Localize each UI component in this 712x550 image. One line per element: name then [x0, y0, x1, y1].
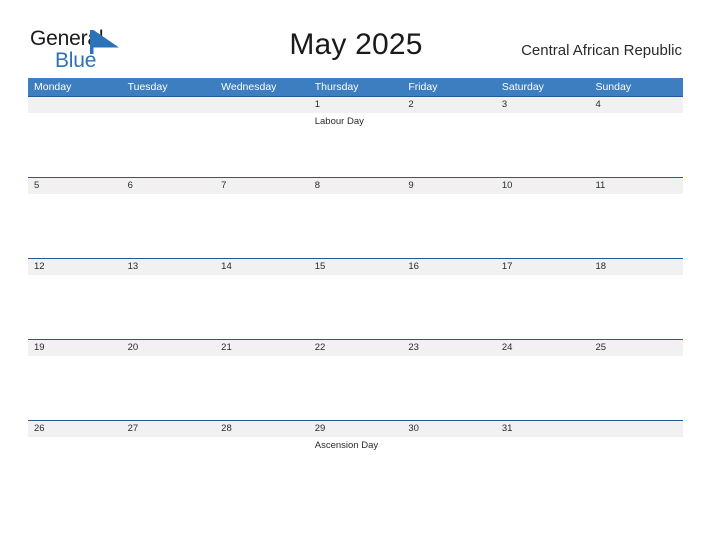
weekday-header-friday: Friday — [408, 81, 438, 93]
weekday-header-saturday: Saturday — [501, 81, 544, 93]
week-date-band: 19 20 21 22 23 24 25 — [28, 340, 683, 356]
day-cell-number[interactable]: 8 — [309, 178, 403, 194]
week-event-band: Labour Day — [28, 113, 683, 177]
day-cell-number[interactable]: 24 — [496, 340, 590, 356]
day-cell-number[interactable]: 14 — [215, 259, 309, 275]
calendar-week-row: 1 2 3 4 Labour Day — [28, 96, 683, 177]
week-date-band: 26 27 28 29 30 31 — [28, 421, 683, 437]
day-cell-event — [496, 437, 590, 501]
day-cell-number[interactable]: 31 — [496, 421, 590, 437]
day-cell-number[interactable]: 22 — [309, 340, 403, 356]
week-event-band — [28, 275, 683, 339]
day-cell-number[interactable] — [215, 97, 309, 113]
day-cell-number[interactable]: 19 — [28, 340, 122, 356]
day-cell-event — [309, 356, 403, 420]
calendar-week-row: 5 6 7 8 9 10 11 — [28, 177, 683, 258]
week-date-band: 5 6 7 8 9 10 11 — [28, 178, 683, 194]
day-cell-event — [215, 356, 309, 420]
day-cell-event — [28, 275, 122, 339]
calendar-week-row: 19 20 21 22 23 24 25 — [28, 339, 683, 420]
day-cell-event — [122, 194, 216, 258]
day-cell-number[interactable]: 30 — [402, 421, 496, 437]
calendar-week-row: 26 27 28 29 30 31 Ascension Day — [28, 420, 683, 501]
day-cell-event — [215, 113, 309, 177]
day-cell-event — [402, 113, 496, 177]
day-cell-number[interactable]: 13 — [122, 259, 216, 275]
day-cell-number[interactable]: 18 — [589, 259, 683, 275]
day-cell-event — [589, 356, 683, 420]
day-cell-number[interactable]: 29 — [309, 421, 403, 437]
page-header: General Blue May 2025 Central African Re… — [0, 0, 712, 76]
day-cell-number[interactable]: 9 — [402, 178, 496, 194]
day-cell-number[interactable]: 28 — [215, 421, 309, 437]
day-cell-number[interactable]: 23 — [402, 340, 496, 356]
day-cell-event — [215, 275, 309, 339]
day-cell-event — [215, 194, 309, 258]
weekday-header-sunday: Sunday — [595, 81, 632, 93]
day-cell-event — [122, 113, 216, 177]
day-cell-number[interactable]: 1 — [309, 97, 403, 113]
day-cell-number[interactable]: 2 — [402, 97, 496, 113]
day-cell-number[interactable]: 10 — [496, 178, 590, 194]
day-cell-number[interactable]: 26 — [28, 421, 122, 437]
day-cell-number[interactable]: 21 — [215, 340, 309, 356]
day-cell-event — [309, 194, 403, 258]
country-label: Central African Republic — [521, 42, 682, 59]
week-event-band: Ascension Day — [28, 437, 683, 501]
day-cell-event — [28, 437, 122, 501]
day-cell-number[interactable]: 12 — [28, 259, 122, 275]
day-cell-number[interactable]: 6 — [122, 178, 216, 194]
weekday-header-row: Monday Tuesday Wednesday Thursday Friday… — [28, 78, 683, 96]
calendar-week-row: 12 13 14 15 16 17 18 — [28, 258, 683, 339]
day-cell-number[interactable]: 15 — [309, 259, 403, 275]
day-cell-number[interactable]: 4 — [589, 97, 683, 113]
day-cell-event — [402, 194, 496, 258]
day-cell-number[interactable]: 5 — [28, 178, 122, 194]
week-event-band — [28, 356, 683, 420]
day-cell-event — [402, 437, 496, 501]
day-cell-event — [589, 275, 683, 339]
day-cell-event — [309, 275, 403, 339]
day-cell-number[interactable]: 11 — [589, 178, 683, 194]
day-cell-event — [215, 437, 309, 501]
calendar-grid: Monday Tuesday Wednesday Thursday Friday… — [28, 78, 683, 501]
day-cell-event — [589, 437, 683, 501]
day-cell-event — [122, 356, 216, 420]
day-cell-number[interactable]: 25 — [589, 340, 683, 356]
day-cell-event — [402, 356, 496, 420]
day-cell-event — [496, 275, 590, 339]
week-date-band: 1 2 3 4 — [28, 97, 683, 113]
weekday-header-tuesday: Tuesday — [127, 81, 168, 93]
day-cell-event — [402, 275, 496, 339]
day-cell-event: Ascension Day — [314, 440, 379, 451]
day-cell-event — [496, 356, 590, 420]
calendar-page: General Blue May 2025 Central African Re… — [0, 0, 712, 550]
day-cell-number[interactable]: 20 — [122, 340, 216, 356]
day-cell-event — [589, 194, 683, 258]
day-cell-event — [122, 275, 216, 339]
day-cell-event — [496, 113, 590, 177]
day-cell-number[interactable]: 17 — [496, 259, 590, 275]
day-cell-event — [28, 194, 122, 258]
weekday-header-monday: Monday — [34, 81, 72, 93]
week-event-band — [28, 194, 683, 258]
day-cell-number[interactable]: 3 — [496, 97, 590, 113]
day-cell-number[interactable]: 7 — [215, 178, 309, 194]
day-cell-event — [589, 113, 683, 177]
day-cell-event: Labour Day — [314, 116, 364, 127]
day-cell-number[interactable] — [122, 97, 216, 113]
day-cell-number[interactable] — [589, 421, 683, 437]
day-cell-event — [28, 356, 122, 420]
day-cell-event — [28, 113, 122, 177]
week-date-band: 12 13 14 15 16 17 18 — [28, 259, 683, 275]
weekday-header-wednesday: Wednesday — [221, 81, 277, 93]
weekday-header-thursday: Thursday — [314, 81, 359, 93]
day-cell-number[interactable] — [28, 97, 122, 113]
day-cell-number[interactable]: 27 — [122, 421, 216, 437]
day-cell-event — [122, 437, 216, 501]
day-cell-event — [496, 194, 590, 258]
day-cell-number[interactable]: 16 — [402, 259, 496, 275]
